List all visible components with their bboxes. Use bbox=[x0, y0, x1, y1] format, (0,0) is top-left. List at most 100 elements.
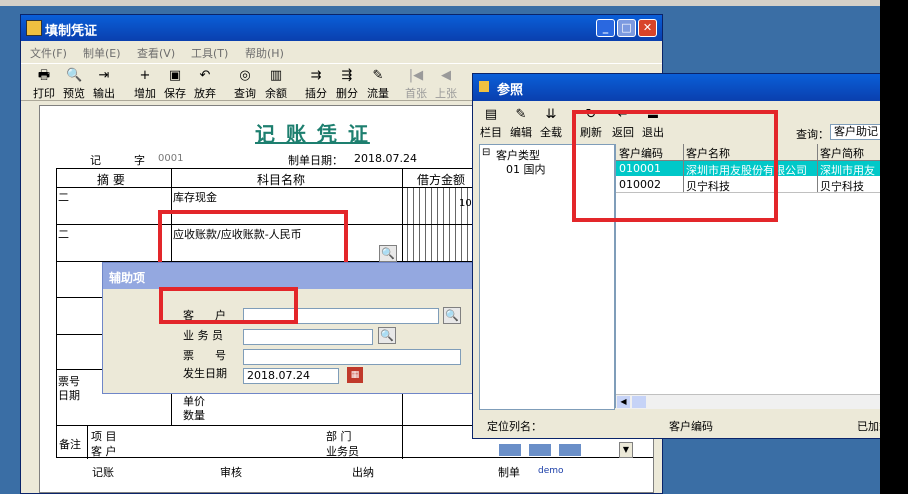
load-all-icon: ⇊ bbox=[545, 107, 557, 122]
insert-row-icon: ⇉ bbox=[310, 68, 322, 83]
toolbar-print-button[interactable]: 🖶 打印 bbox=[29, 68, 59, 101]
toolbar-balance-button[interactable]: ▥ 余额 bbox=[261, 68, 291, 101]
department-label: 部 门 bbox=[326, 430, 352, 443]
menu-file[interactable]: 文件(F) bbox=[30, 45, 67, 61]
note-icons[interactable] bbox=[499, 444, 589, 456]
toolbar-discard-button[interactable]: ↶ 放弃 bbox=[190, 68, 220, 101]
voucher-title: 记 账 凭 证 bbox=[255, 122, 370, 146]
aux-salesman-field[interactable] bbox=[243, 329, 373, 345]
aux-dialog-titlebar[interactable]: 辅助项 bbox=[103, 263, 473, 289]
reference-status-bar: 定位列名： 客户编码 已加载 bbox=[473, 414, 908, 436]
toolbar-insert-button[interactable]: ⇉ 插分 bbox=[301, 68, 331, 101]
quantity-label: 数量 bbox=[183, 409, 205, 422]
binoculars-icon: ◎ bbox=[239, 68, 251, 83]
row1-debit[interactable]: 10 bbox=[459, 198, 472, 209]
maximize-icon[interactable]: □ bbox=[617, 19, 636, 37]
delete-row-icon: ⇶ bbox=[341, 68, 353, 83]
close-icon[interactable]: ✕ bbox=[638, 19, 657, 37]
footer-cashier: 出纳 bbox=[352, 466, 374, 479]
edit-icon: ✎ bbox=[515, 107, 527, 122]
customer-label: 客 户 bbox=[91, 445, 117, 458]
desktop-right-strip bbox=[880, 0, 908, 494]
status-locate-label: 定位列名： bbox=[487, 420, 542, 433]
note-label: 备注 bbox=[59, 438, 81, 451]
ref-columns-button[interactable]: ▤ 栏目 bbox=[476, 107, 506, 140]
grid-col-short[interactable]: 客户简称 bbox=[820, 145, 864, 161]
export-icon: ⇥ bbox=[98, 68, 110, 83]
row1-subject[interactable]: 库存现金 bbox=[173, 189, 217, 205]
toolbar-cashflow-button[interactable]: ✎ 流量 bbox=[363, 68, 393, 101]
dropdown-arrow-icon[interactable]: ▼ bbox=[619, 442, 633, 458]
menu-tools[interactable]: 工具(T) bbox=[191, 45, 228, 61]
salesman-search-icon[interactable]: 🔍 bbox=[378, 327, 396, 344]
col-subject-header: 科目名称 bbox=[257, 173, 306, 187]
voucher-date-label: 制单日期： bbox=[288, 154, 343, 167]
col-summary-header: 摘 要 bbox=[97, 173, 125, 187]
highlight-box-subject bbox=[158, 210, 348, 266]
aux-dialog: 辅助项 客 户 🔍 业 务 员 🔍 票 号 发生日期 2018.07.24 ▦ bbox=[102, 262, 474, 394]
columns-icon: ▤ bbox=[484, 107, 498, 122]
undo-icon: ↶ bbox=[199, 68, 211, 83]
row2-short: 贝宁科技 bbox=[820, 180, 864, 193]
voucher-window-titlebar[interactable]: 填制凭证 _ □ ✕ bbox=[21, 15, 662, 41]
row1-short: 深圳市用友 bbox=[820, 164, 875, 177]
add-icon: + bbox=[139, 68, 151, 83]
aux-date-field[interactable]: 2018.07.24 bbox=[243, 368, 339, 384]
voucher-date[interactable]: 2018.07.24 bbox=[354, 152, 417, 165]
horizontal-scrollbar[interactable]: ◀ bbox=[616, 394, 908, 409]
scroll-thumb[interactable] bbox=[632, 396, 646, 408]
voucher-no: 0001 bbox=[158, 153, 184, 164]
toolbar-delete-button[interactable]: ⇶ 删分 bbox=[332, 68, 362, 101]
voucher-type[interactable]: 记 bbox=[90, 152, 101, 168]
tree-expand-icon[interactable]: ⊟ bbox=[482, 147, 490, 158]
reference-app-icon bbox=[479, 81, 489, 92]
toolbar-save-button[interactable]: ▣ 保存 bbox=[160, 68, 190, 101]
app-icon bbox=[26, 20, 42, 36]
row1-summary[interactable]: 二 bbox=[58, 189, 69, 205]
reference-window-titlebar[interactable]: 参照 bbox=[473, 74, 908, 101]
toolbar-add-button[interactable]: + 增加 bbox=[130, 68, 160, 101]
customer-search-icon[interactable]: 🔍 bbox=[443, 307, 461, 324]
row2-summary[interactable]: 二 bbox=[58, 226, 69, 242]
toolbar-query-button[interactable]: ◎ 查询 bbox=[230, 68, 260, 101]
ref-load-all-button[interactable]: ⇊ 全载 bbox=[536, 107, 566, 140]
reference-window-title: 参照 bbox=[497, 83, 524, 98]
toolbar-export-button[interactable]: ⇥ 输出 bbox=[89, 68, 119, 101]
status-column: 客户编码 bbox=[669, 420, 713, 433]
toolbar-preview-button[interactable]: 🔍 预览 bbox=[59, 68, 89, 101]
tree-child[interactable]: 01 国内 bbox=[506, 161, 546, 177]
menu-edit[interactable]: 制单(E) bbox=[83, 45, 121, 61]
cashflow-icon: ✎ bbox=[372, 68, 384, 83]
calendar-icon[interactable]: ▦ bbox=[347, 367, 363, 383]
salesman-label: 业务员 bbox=[326, 445, 359, 458]
save-icon: ▣ bbox=[168, 68, 182, 83]
prev-page-icon: ◀ bbox=[441, 68, 451, 83]
aux-salesman-label: 业 务 员 bbox=[183, 329, 223, 342]
highlight-box-grid bbox=[572, 110, 778, 222]
desktop-top-bar bbox=[0, 0, 908, 6]
project-label: 项 目 bbox=[91, 430, 117, 443]
footer-maker: 制单 bbox=[498, 466, 520, 479]
maker-name: demo bbox=[538, 466, 564, 476]
highlight-box-customer bbox=[159, 287, 298, 324]
minimize-icon[interactable]: _ bbox=[596, 19, 615, 37]
preview-icon: 🔍 bbox=[66, 68, 83, 83]
toolbar-prev-button[interactable]: ◀ 上张 bbox=[431, 68, 461, 101]
aux-ticket-field[interactable] bbox=[243, 349, 461, 365]
toolbar-first-button[interactable]: |◀ 首张 bbox=[401, 68, 431, 101]
menu-view[interactable]: 查看(V) bbox=[137, 45, 175, 61]
footer-review: 审核 bbox=[220, 466, 242, 479]
ref-query-label: 查询： bbox=[796, 128, 829, 141]
balance-chart-icon: ▥ bbox=[269, 68, 283, 83]
aux-date-label: 发生日期 bbox=[183, 367, 227, 380]
col-debit-header: 借方金额 bbox=[417, 173, 466, 187]
menu-help[interactable]: 帮助(H) bbox=[245, 45, 284, 61]
window-title: 填制凭证 bbox=[45, 24, 98, 39]
voucher-no-label: 字 bbox=[134, 154, 145, 167]
ref-edit-button[interactable]: ✎ 编辑 bbox=[506, 107, 536, 140]
printer-icon: 🖶 bbox=[37, 68, 51, 83]
first-page-icon: |◀ bbox=[408, 68, 424, 83]
scroll-left-icon[interactable]: ◀ bbox=[617, 396, 630, 408]
subject-lookup-icon[interactable]: 🔍 bbox=[379, 245, 397, 262]
footer-bookkeeping: 记账 bbox=[92, 466, 114, 479]
